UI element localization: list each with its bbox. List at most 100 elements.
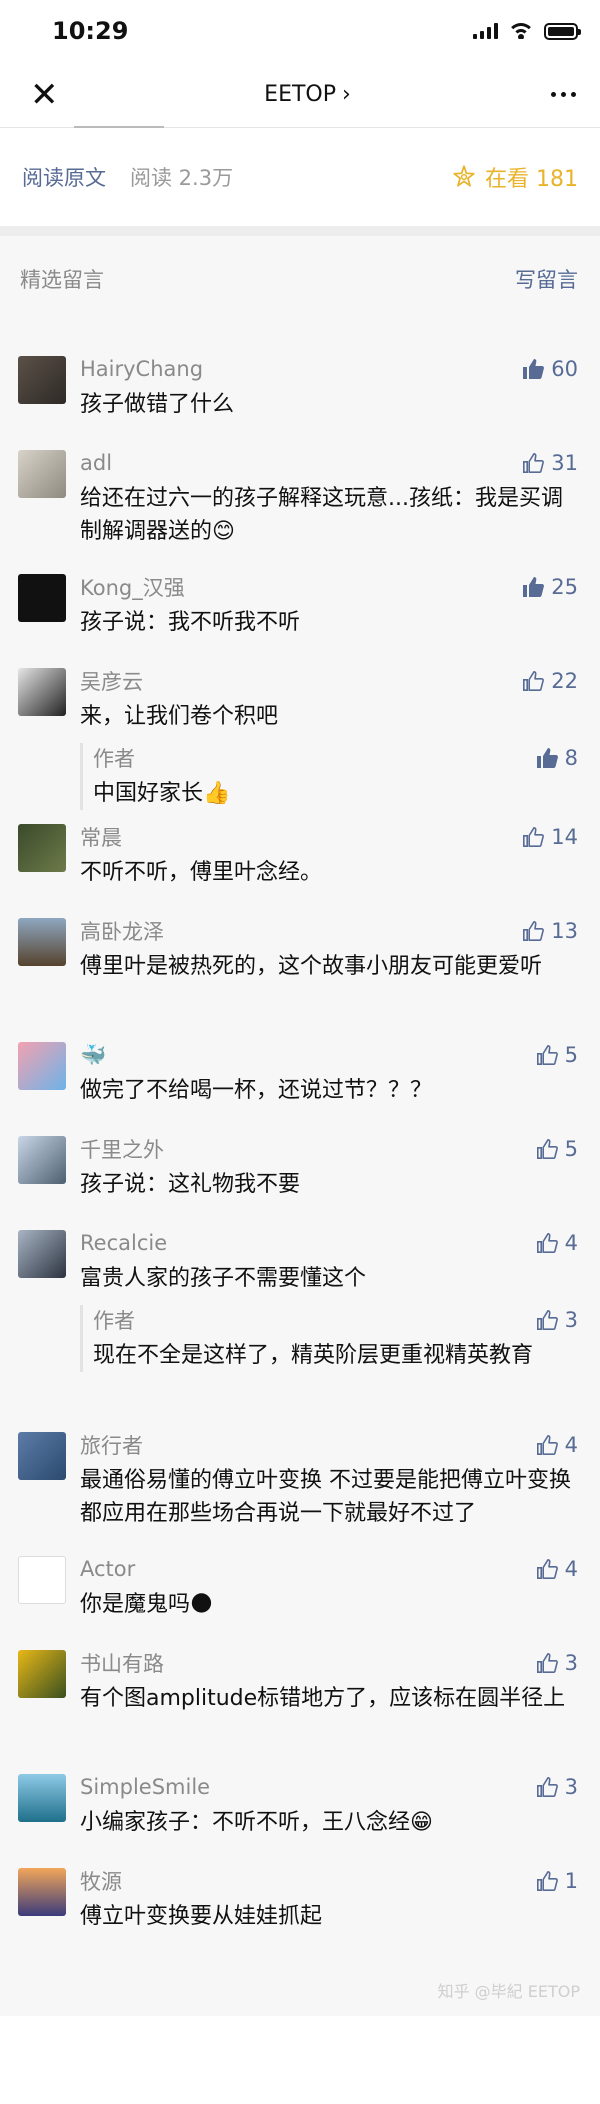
avatar[interactable]	[18, 356, 66, 404]
comment-item[interactable]: 千里之外 5 孩子说：这礼物我不要	[0, 1134, 600, 1201]
like-count: 4	[564, 1557, 578, 1581]
like-button[interactable]: 8	[535, 746, 578, 770]
like-count: 8	[564, 746, 578, 770]
like-count: 4	[564, 1231, 578, 1255]
avatar[interactable]	[18, 1042, 66, 1090]
like-count: 31	[551, 451, 578, 475]
commenter-name: HairyChang	[80, 357, 204, 381]
comment-item[interactable]: 🐳 5 做完了不给喝一杯，还说过节？？？	[0, 1040, 600, 1107]
avatar[interactable]	[18, 1868, 66, 1916]
commenter-name: 旅行者	[80, 1434, 143, 1458]
comment-head: 常晨 14	[80, 822, 578, 852]
avatar[interactable]	[18, 1650, 66, 1698]
comment-text: 孩子说：我不听我不听	[80, 610, 301, 635]
like-button[interactable]: 22	[521, 669, 578, 693]
commenter-name: Kong_汉强	[80, 576, 185, 600]
comment-content: Kong_汉强 25 孩子说：我不听我不听	[80, 572, 578, 639]
looking-button[interactable]: 在看 181	[451, 161, 578, 193]
avatar[interactable]	[18, 824, 66, 872]
commenter-name: 牧源	[80, 1870, 122, 1894]
status-bar: 10:29	[0, 0, 600, 62]
comment-item[interactable]: adl 31 给还在过六一的孩子解释这玩意...孩纸：我是买调制解调器送的😊	[0, 448, 600, 548]
comment-head: 书山有路 3	[80, 1648, 578, 1678]
thumb-up-icon	[535, 746, 559, 770]
comment-head: HairyChang 60	[80, 354, 578, 384]
close-icon[interactable]: ✕	[30, 78, 64, 112]
like-count: 4	[564, 1433, 578, 1457]
like-button[interactable]: 3	[535, 1651, 578, 1675]
comment-content: SimpleSmile 3 小编家孩子：不听不听，王八念经😁	[80, 1772, 578, 1839]
avatar[interactable]	[18, 1230, 66, 1278]
write-comment-button[interactable]: 写留言	[515, 264, 578, 294]
comment-text: 不听不听，傅里叶念经。	[80, 860, 323, 885]
chevron-right-icon: ›	[342, 82, 351, 107]
like-button[interactable]: 1	[535, 1869, 578, 1893]
avatar[interactable]	[18, 1136, 66, 1184]
nav-title[interactable]: EETOP ›	[264, 82, 351, 107]
like-count: 60	[551, 357, 578, 381]
system-icons	[473, 22, 581, 40]
comment-item[interactable]: 书山有路 3 有个图amplitude标错地方了，应该标在圆半径上	[0, 1648, 600, 1715]
avatar[interactable]	[18, 574, 66, 622]
comment-text: 做完了不给喝一杯，还说过节？？？	[80, 1078, 433, 1103]
comment-text: 傅立叶变换要从娃娃抓起	[80, 1904, 323, 1929]
like-button[interactable]: 60	[521, 357, 578, 381]
comment-item[interactable]: Kong_汉强 25 孩子说：我不听我不听	[0, 572, 600, 639]
like-button[interactable]: 4	[535, 1433, 578, 1457]
commenter-name: 作者	[93, 747, 135, 771]
nav-bar: ✕ EETOP ›	[0, 62, 600, 128]
comment-item[interactable]: 旅行者 4 最通俗易懂的傅立叶变换 不过要是能把傅立叶变换都应用在那些场合再说一下就…	[0, 1430, 600, 1530]
section-gap	[0, 226, 600, 236]
comment-text: 给还在过六一的孩子解释这玩意...孩纸：我是买调制解调器送的😊	[80, 486, 563, 544]
avatar[interactable]	[18, 1774, 66, 1822]
comment-text: 富贵人家的孩子不需要懂这个	[80, 1266, 367, 1291]
like-button[interactable]: 31	[521, 451, 578, 475]
comment-content: 吴彦云 22 来，让我们卷个积吧	[80, 666, 578, 733]
like-button[interactable]: 13	[521, 919, 578, 943]
avatar[interactable]	[18, 1556, 66, 1604]
comments-title: 精选留言	[20, 268, 104, 292]
thumb-up-icon	[535, 1231, 559, 1255]
comment-item[interactable]: 常晨 14 不听不听，傅里叶念经。	[0, 822, 600, 889]
like-button[interactable]: 5	[535, 1043, 578, 1067]
like-count: 14	[551, 825, 578, 849]
comment-content: adl 31 给还在过六一的孩子解释这玩意...孩纸：我是买调制解调器送的😊	[80, 448, 578, 548]
thumb-up-icon	[521, 919, 545, 943]
like-button[interactable]: 3	[535, 1308, 578, 1332]
read-original-link[interactable]: 阅读原文	[22, 162, 106, 192]
comment-content: 旅行者 4 最通俗易懂的傅立叶变换 不过要是能把傅立叶变换都应用在那些场合再说一下就…	[80, 1430, 578, 1530]
comment-content: Actor 4 你是魔鬼吗🌑	[80, 1554, 578, 1621]
commenter-name: 吴彦云	[80, 670, 143, 694]
comment-head: 🐳 5	[80, 1040, 578, 1070]
comment-text: 孩子做错了什么	[80, 392, 235, 417]
commenter-name: 作者	[93, 1309, 135, 1333]
comment-head: 作者 8	[93, 743, 578, 773]
commenter-name: 高卧龙泽	[80, 920, 164, 944]
comment-text: 傅里叶是被热死的，这个故事小朋友可能更爱听	[80, 954, 543, 979]
like-button[interactable]: 5	[535, 1137, 578, 1161]
like-button[interactable]: 14	[521, 825, 578, 849]
like-button[interactable]: 3	[535, 1775, 578, 1799]
like-count: 25	[551, 575, 578, 599]
like-button[interactable]: 4	[535, 1557, 578, 1581]
avatar[interactable]	[18, 1432, 66, 1480]
like-button[interactable]: 25	[521, 575, 578, 599]
comment-head: 作者 3	[93, 1305, 578, 1335]
avatar[interactable]	[18, 918, 66, 966]
like-button[interactable]: 4	[535, 1231, 578, 1255]
comment-text: 孩子说：这礼物我不要	[80, 1172, 301, 1197]
comment-item[interactable]: Actor 4 你是魔鬼吗🌑	[0, 1554, 600, 1621]
comment-item[interactable]: SimpleSmile 3 小编家孩子：不听不听，王八念经😁	[0, 1772, 600, 1839]
thumb-up-icon	[535, 1869, 559, 1893]
more-icon[interactable]	[550, 92, 576, 97]
avatar[interactable]	[18, 668, 66, 716]
comment-item[interactable]: HairyChang 60 孩子做错了什么	[0, 354, 600, 421]
comment-item[interactable]: Recalcie 4 富贵人家的孩子不需要懂这个 作者 3 现在不全是这样了，精英阶层更重…	[0, 1228, 600, 1372]
like-count: 5	[564, 1043, 578, 1067]
like-count: 3	[564, 1775, 578, 1799]
comment-item[interactable]: 高卧龙泽 13 傅里叶是被热死的，这个故事小朋友可能更爱听	[0, 916, 600, 983]
avatar[interactable]	[18, 450, 66, 498]
status-time: 10:29	[52, 17, 129, 45]
comment-item[interactable]: 吴彦云 22 来，让我们卷个积吧 作者 8 中国好家长👍	[0, 666, 600, 810]
comment-item[interactable]: 牧源 1 傅立叶变换要从娃娃抓起	[0, 1866, 600, 1933]
